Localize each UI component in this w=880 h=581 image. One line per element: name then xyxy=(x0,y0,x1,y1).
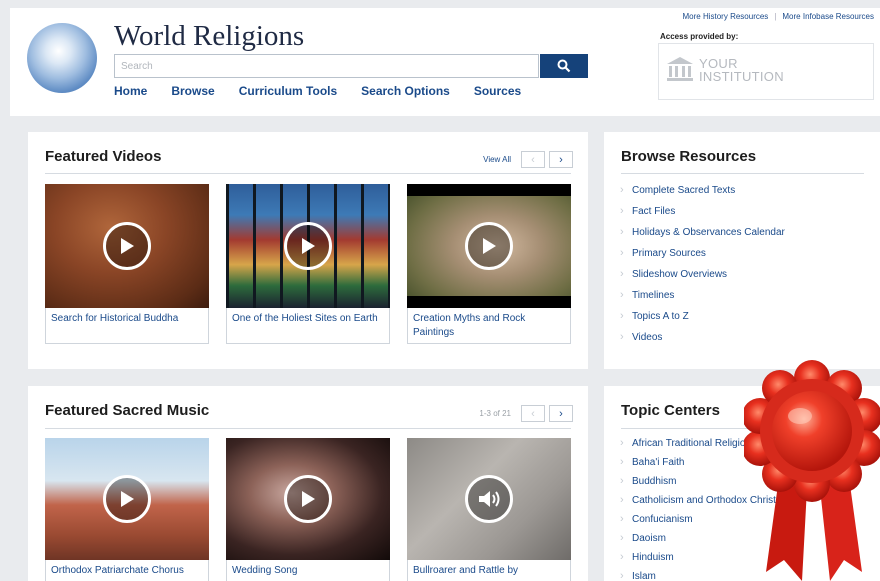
view-all-link[interactable]: View All xyxy=(483,155,511,164)
globe-logo[interactable] xyxy=(27,23,97,93)
browse-item-holidays[interactable]: Holidays & Observances Calendar xyxy=(620,222,785,243)
play-icon[interactable] xyxy=(465,222,513,270)
nav-browse[interactable]: Browse xyxy=(171,84,214,98)
more-infobase-link[interactable]: More Infobase Resources xyxy=(782,12,874,21)
music-caption[interactable]: Wedding Song xyxy=(226,560,390,581)
main-nav: Home Browse Curriculum Tools Search Opti… xyxy=(114,84,545,98)
featured-videos-title: Featured Videos xyxy=(45,148,162,165)
music-thumbnail[interactable] xyxy=(226,438,390,560)
site-header: World Religions Home Browse Curriculum T… xyxy=(10,8,880,116)
institution-line-2: INSTITUTION xyxy=(699,69,784,84)
award-ribbon xyxy=(744,360,880,581)
music-card[interactable]: Orthodox Patriarchate Chorus xyxy=(45,438,209,581)
music-thumbnail[interactable] xyxy=(45,438,209,560)
featured-music-title: Featured Sacred Music xyxy=(45,402,210,419)
play-icon[interactable] xyxy=(284,475,332,523)
access-label: Access provided by: xyxy=(660,32,739,41)
video-thumbnail[interactable] xyxy=(45,184,209,308)
browse-item-slideshows[interactable]: Slideshow Overviews xyxy=(620,264,785,285)
browse-item-videos[interactable]: Videos xyxy=(620,327,785,348)
more-history-link[interactable]: More History Resources xyxy=(683,12,769,21)
next-button[interactable]: › xyxy=(549,151,573,168)
institution-name: YOUR INSTITUTION xyxy=(699,57,784,83)
video-card[interactable]: Creation Myths and Rock Paintings xyxy=(407,184,571,344)
nav-sources[interactable]: Sources xyxy=(474,84,521,98)
institution-box: YOUR INSTITUTION xyxy=(658,43,874,100)
search-input-wrapper xyxy=(114,54,539,78)
search-button[interactable] xyxy=(540,54,588,78)
browse-item-sacred-texts[interactable]: Complete Sacred Texts xyxy=(620,180,785,201)
prev-button[interactable]: ‹ xyxy=(521,151,545,168)
video-thumbnail[interactable] xyxy=(226,184,390,308)
video-caption[interactable]: One of the Holiest Sites on Earth xyxy=(226,308,390,344)
video-card[interactable]: One of the Holiest Sites on Earth xyxy=(226,184,390,344)
divider xyxy=(45,173,571,174)
link-separator: | xyxy=(774,12,777,21)
play-icon[interactable] xyxy=(284,222,332,270)
topic-centers-title: Topic Centers xyxy=(621,402,720,419)
result-count: 1-3 of 21 xyxy=(479,409,511,418)
play-icon[interactable] xyxy=(103,475,151,523)
music-cards: Orthodox Patriarchate Chorus Wedding Son… xyxy=(45,438,571,581)
divider xyxy=(45,428,571,429)
video-cards: Search for Historical Buddha One of the … xyxy=(45,184,571,344)
search-icon xyxy=(557,59,571,73)
building-icon xyxy=(667,57,693,81)
music-caption[interactable]: Orthodox Patriarchate Chorus xyxy=(45,560,209,581)
featured-videos-pager: View All ‹ › xyxy=(483,151,573,168)
browse-list: Complete Sacred Texts Fact Files Holiday… xyxy=(620,180,785,348)
browse-resources-panel: Browse Resources Complete Sacred Texts F… xyxy=(604,132,880,369)
featured-music-pager: 1-3 of 21 ‹ › xyxy=(479,405,573,422)
search-input[interactable] xyxy=(115,55,538,77)
featured-videos-panel: Featured Videos View All ‹ › Search for … xyxy=(28,132,588,369)
video-card[interactable]: Search for Historical Buddha xyxy=(45,184,209,344)
music-card[interactable]: Wedding Song xyxy=(226,438,390,581)
play-icon[interactable] xyxy=(103,222,151,270)
nav-search-options[interactable]: Search Options xyxy=(361,84,450,98)
prev-button[interactable]: ‹ xyxy=(521,405,545,422)
next-button[interactable]: › xyxy=(549,405,573,422)
site-title[interactable]: World Religions xyxy=(114,20,304,53)
music-thumbnail[interactable] xyxy=(407,438,571,560)
video-caption[interactable]: Creation Myths and Rock Paintings xyxy=(407,308,571,344)
video-caption[interactable]: Search for Historical Buddha xyxy=(45,308,209,344)
nav-curriculum-tools[interactable]: Curriculum Tools xyxy=(239,84,337,98)
browse-item-timelines[interactable]: Timelines xyxy=(620,285,785,306)
browse-item-fact-files[interactable]: Fact Files xyxy=(620,201,785,222)
nav-home[interactable]: Home xyxy=(114,84,147,98)
music-card[interactable]: Bullroarer and Rattle by xyxy=(407,438,571,581)
video-thumbnail[interactable] xyxy=(407,184,571,308)
browse-item-primary-sources[interactable]: Primary Sources xyxy=(620,243,785,264)
music-caption[interactable]: Bullroarer and Rattle by xyxy=(407,560,571,581)
speaker-icon[interactable] xyxy=(465,475,513,523)
browse-resources-title: Browse Resources xyxy=(621,148,757,165)
browse-item-topics-a-z[interactable]: Topics A to Z xyxy=(620,306,785,327)
featured-music-panel: Featured Sacred Music 1-3 of 21 ‹ › Orth… xyxy=(28,386,588,581)
top-links: More History Resources | More Infobase R… xyxy=(683,12,875,21)
divider xyxy=(621,173,864,174)
